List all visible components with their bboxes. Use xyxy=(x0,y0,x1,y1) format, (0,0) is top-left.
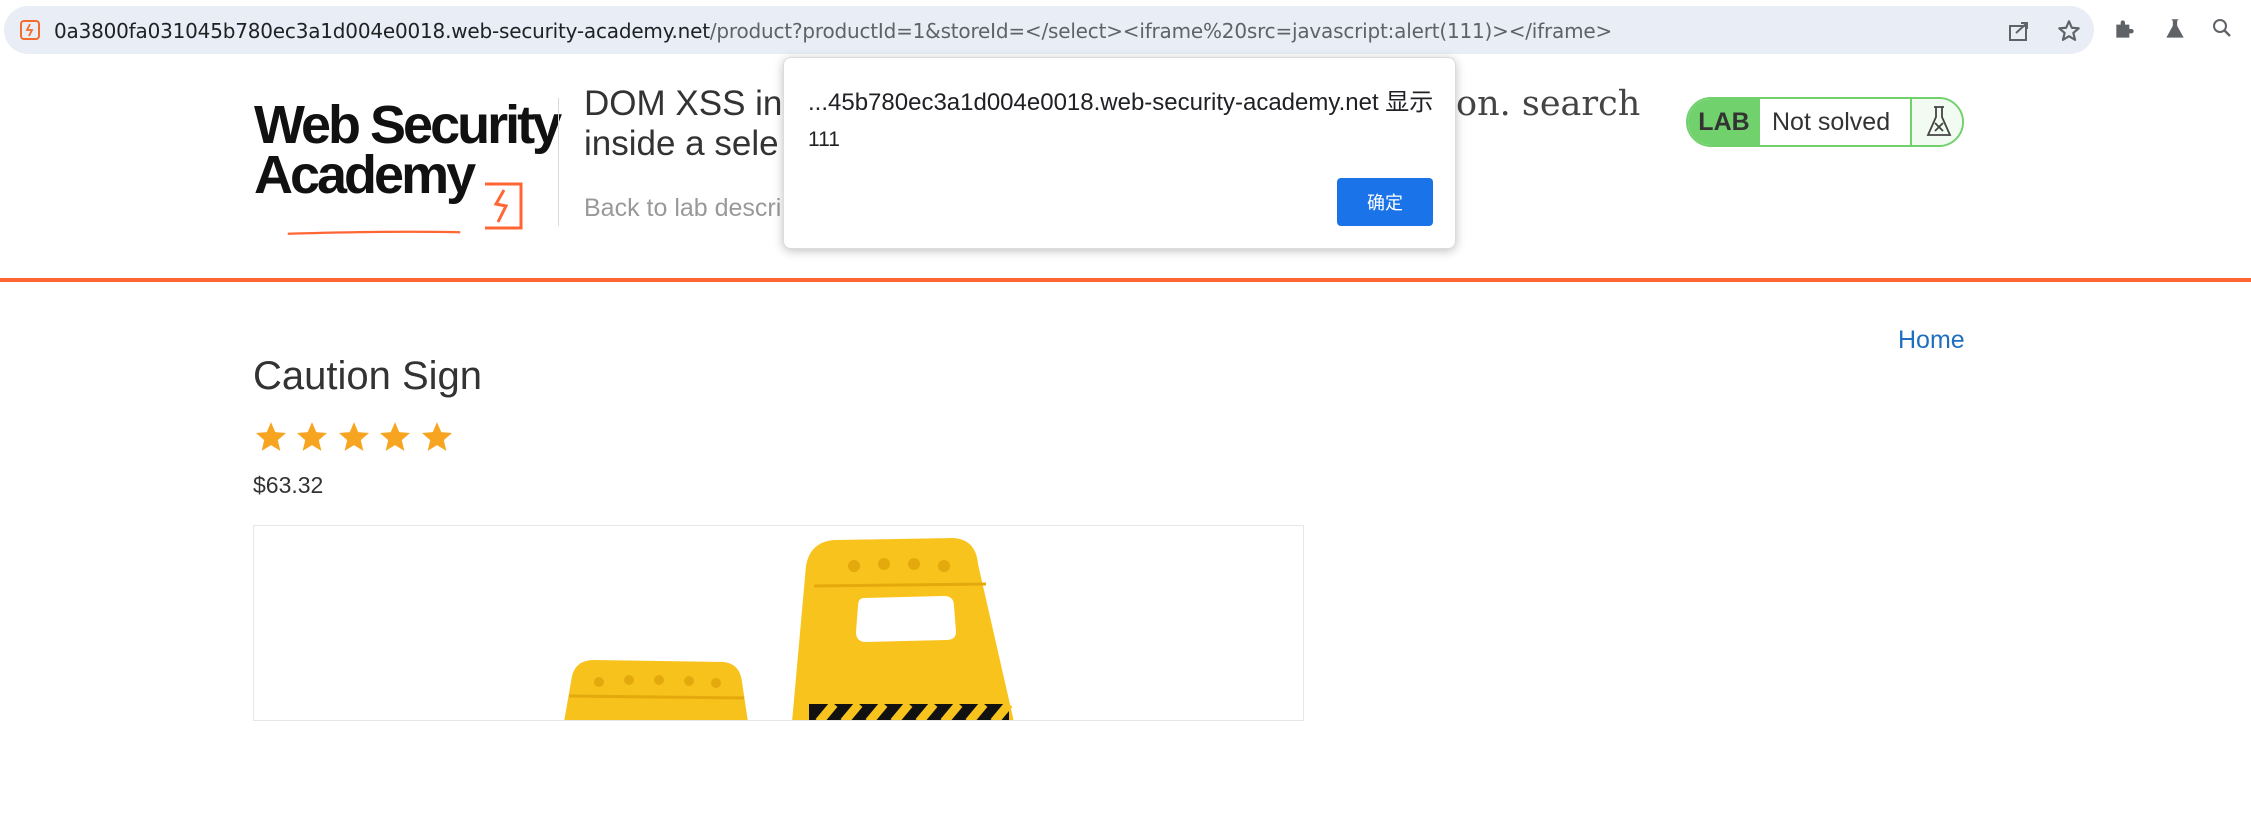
lab-status-text: Not solved xyxy=(1772,108,1891,136)
star-icon xyxy=(421,422,452,451)
product-title: Caution Sign xyxy=(253,354,483,398)
star-icon xyxy=(380,422,411,451)
alert-dialog-message: 111 xyxy=(808,128,840,151)
alert-ok-button[interactable]: 确定 xyxy=(1337,178,1433,226)
url-path: /product?productId=1&storeId=</select><i… xyxy=(709,19,1613,43)
product-image xyxy=(253,525,1304,721)
home-link[interactable]: Home xyxy=(1898,326,1965,355)
logo-swoosh xyxy=(287,230,461,235)
alert-dialog: ...45b780ec3a1d004e0018.web-security-aca… xyxy=(783,57,1456,249)
star-icon xyxy=(338,422,369,451)
web-security-academy-logo[interactable]: Web Security Academy xyxy=(254,96,562,235)
logo-bolt-icon xyxy=(485,182,523,230)
back-to-lab-link[interactable]: Back to lab descrip xyxy=(584,194,795,223)
url-text[interactable]: 0a3800fa031045b780ec3a1d004e0018.web-sec… xyxy=(54,19,1612,43)
lab-title-tail: on. search xyxy=(1456,84,1641,124)
lab-status-badge: LAB Not solved xyxy=(1686,97,1964,147)
star-icon xyxy=(297,422,328,451)
header-divider xyxy=(558,98,559,226)
extensions-puzzle-icon[interactable] xyxy=(2112,16,2140,44)
star-bookmark-icon[interactable] xyxy=(2056,18,2082,44)
lab-title-part1: DOM XSS in xyxy=(584,84,783,123)
site-favicon-icon[interactable] xyxy=(20,20,40,40)
flask-extension-icon[interactable] xyxy=(2162,16,2190,44)
url-host: 0a3800fa031045b780ec3a1d004e0018.web-sec… xyxy=(54,19,710,43)
lab-flask-icon xyxy=(1910,99,1962,145)
logo-line2: Academy xyxy=(254,145,476,205)
alert-dialog-origin: ...45b780ec3a1d004e0018.web-security-aca… xyxy=(808,89,1434,116)
rating-stars xyxy=(253,420,456,456)
share-icon[interactable] xyxy=(2006,18,2032,44)
browser-toolbar: 0a3800fa031045b780ec3a1d004e0018.web-sec… xyxy=(0,0,2251,60)
product-price: $63.32 xyxy=(253,472,324,498)
star-icon xyxy=(255,422,287,451)
address-bar[interactable]: 0a3800fa031045b780ec3a1d004e0018.web-sec… xyxy=(4,6,2094,54)
lab-badge-label: LAB xyxy=(1688,99,1760,145)
search-icon[interactable] xyxy=(2210,16,2238,44)
